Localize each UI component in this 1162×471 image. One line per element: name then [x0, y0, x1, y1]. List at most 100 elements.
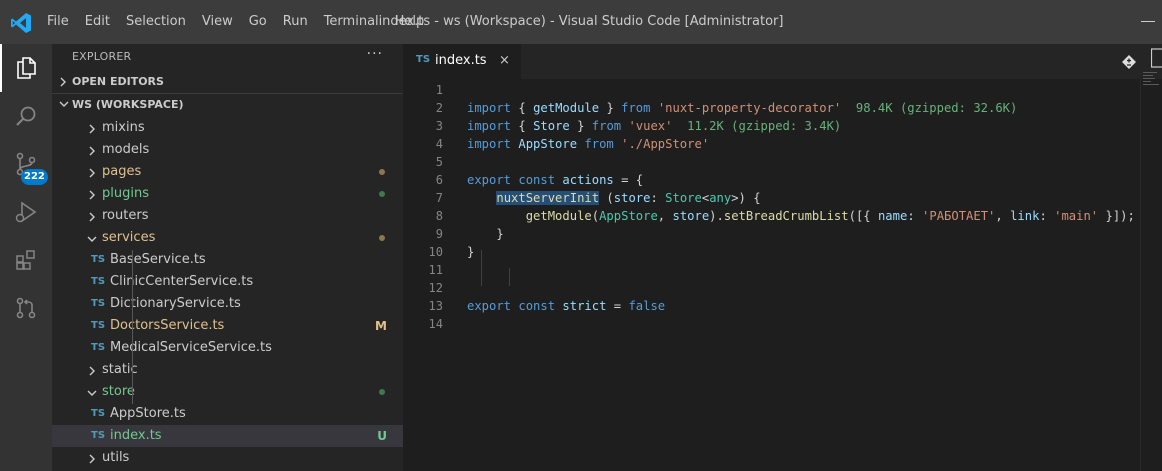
title-bar: File Edit Selection View Go Run Terminal… [0, 0, 1162, 44]
tree-folder[interactable]: pages [52, 161, 403, 183]
tab-close-button[interactable]: × [499, 53, 510, 68]
explorer-activity[interactable] [0, 44, 52, 92]
tree-item-label: pages [102, 164, 142, 179]
line-number: 6 [435, 173, 443, 187]
chevron-right-icon [89, 124, 95, 134]
line-number: 11 [428, 263, 443, 277]
code-line: import AppStore from './AppStore' [467, 137, 710, 151]
line-number: 13 [428, 299, 443, 313]
line-number: 12 [428, 281, 443, 295]
explorer-title: EXPLORER [72, 50, 132, 63]
chevron-right-icon [60, 77, 66, 87]
tree-item-label: routers [102, 208, 149, 223]
tree-folder[interactable]: routers [52, 205, 403, 227]
menu-edit[interactable]: Edit [85, 14, 110, 29]
open-editors-label: OPEN EDITORS [72, 75, 164, 88]
chevron-right-icon [89, 366, 95, 376]
tab-index-ts[interactable]: TS index.ts × [403, 44, 521, 79]
open-changes-icon[interactable] [1121, 54, 1137, 70]
minimap[interactable] [1143, 72, 1162, 96]
open-editors-section[interactable]: OPEN EDITORS [52, 71, 403, 93]
code-line: export const strict = false [467, 299, 666, 313]
typescript-file-icon: TS [91, 298, 106, 309]
tree-folder[interactable]: plugins [52, 183, 403, 205]
more-actions-button[interactable]: ··· [367, 46, 383, 62]
menu-selection[interactable]: Selection [126, 14, 186, 29]
search-icon [16, 106, 36, 126]
workspace-section[interactable]: WS (WORKSPACE) [52, 94, 403, 116]
menu-terminal[interactable]: Terminal [324, 14, 379, 29]
menu-go[interactable]: Go [249, 14, 267, 29]
editor-area: TS index.ts × 1 2 import { getModule } fro… [403, 44, 1162, 471]
source-control-activity[interactable]: 222 [0, 140, 52, 188]
tree-folder[interactable]: mixins [52, 117, 403, 139]
line-number: 14 [428, 317, 443, 331]
extensions-activity[interactable] [0, 236, 52, 284]
tree-file[interactable]: TS DoctorsService.ts M [52, 315, 403, 337]
tree-item-label: mixins [102, 120, 145, 135]
tree-item-label: services [102, 230, 156, 245]
menu-help[interactable]: Help [395, 14, 425, 29]
chevron-right-icon [89, 168, 95, 178]
typescript-file-icon: TS [91, 254, 106, 265]
line-number: 8 [435, 209, 443, 223]
tree-item-label: index.ts [110, 428, 162, 443]
tree-file[interactable]: TS AppStore.ts [52, 403, 403, 425]
tree-item-label: DictionaryService.ts [110, 296, 241, 311]
code-editor[interactable]: 1 2 import { getModule } from 'nuxt-proper… [403, 79, 1140, 471]
tree-folder[interactable]: models [52, 139, 403, 161]
menu-bar: File Edit Selection View Go Run Terminal… [47, 14, 440, 29]
pull-requests-activity[interactable] [0, 284, 52, 332]
tree-folder[interactable]: utils [52, 447, 403, 469]
workspace-label: WS (WORKSPACE) [72, 98, 184, 111]
tree-folder[interactable]: store [52, 381, 403, 403]
tree-file[interactable]: TS DictionaryService.ts [52, 293, 403, 315]
tab-bar: TS index.ts × [403, 44, 1162, 79]
menu-view[interactable]: View [202, 14, 233, 29]
tree-item-label: utils [102, 450, 130, 465]
chevron-right-icon [89, 454, 95, 464]
typescript-file-icon: TS [91, 408, 106, 419]
code-indent-guide [481, 250, 482, 286]
typescript-file-icon: TS [91, 276, 106, 287]
git-status-dot [379, 235, 385, 241]
tree-folder[interactable]: services [52, 227, 403, 249]
split-editor-icon[interactable] [1151, 47, 1162, 69]
typescript-file-icon: TS [91, 342, 106, 353]
tree-file[interactable]: TS index.ts U [52, 425, 403, 447]
tree-item-label: BaseService.ts [110, 252, 206, 267]
run-debug-activity[interactable] [0, 188, 52, 236]
run-debug-icon [15, 201, 37, 223]
code-indent-guide [509, 268, 510, 286]
line-number: 7 [435, 191, 443, 205]
line-number: 4 [435, 137, 443, 151]
scrollbar[interactable] [1140, 79, 1141, 471]
code-line: export const actions = { [467, 173, 644, 187]
code-line: nuxtServerInit (store: Store<any>) { [496, 191, 761, 205]
chevron-down-icon [87, 236, 97, 242]
git-status-badge: U [377, 429, 387, 443]
code-line: getModule(AppStore, store).setBreadCrumb… [525, 209, 1135, 223]
vscode-logo-icon[interactable] [10, 12, 32, 34]
menu-file[interactable]: File [47, 14, 69, 29]
tree-item-label: AppStore.ts [110, 406, 186, 421]
code-line: } [467, 227, 504, 241]
tree-file[interactable]: TS BaseService.ts [52, 249, 403, 271]
tree-item-label: models [102, 142, 150, 157]
tree-file[interactable]: TS ClinicCenterService.ts [52, 271, 403, 293]
git-status-dot [379, 191, 385, 197]
git-status-dot [379, 389, 385, 395]
menu-run[interactable]: Run [283, 14, 308, 29]
tree-item-label: DoctorsService.ts [110, 318, 225, 333]
git-status-dot [379, 169, 385, 175]
minimize-button[interactable] [1136, 0, 1162, 32]
line-number: 1 [435, 83, 443, 97]
tree-item-label: plugins [102, 186, 149, 201]
code-line: import { getModule } from 'nuxt-property… [467, 101, 1018, 115]
activity-bar: 222 [0, 44, 52, 471]
tree-folder[interactable]: static [52, 359, 403, 381]
explorer-sidebar: EXPLORER ··· OPEN EDITORS WS (WORKSPACE)… [52, 44, 403, 471]
search-activity[interactable] [0, 92, 52, 140]
tree-file[interactable]: TS MedicalServiceService.ts [52, 337, 403, 359]
git-status-badge: M [375, 319, 387, 333]
